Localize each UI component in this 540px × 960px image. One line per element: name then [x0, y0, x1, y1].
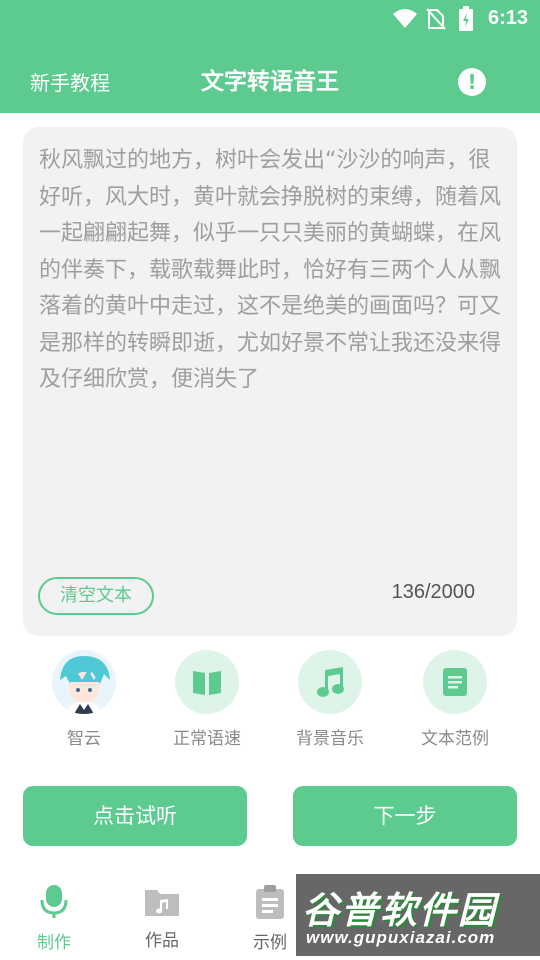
speed-option[interactable]: 正常语速 — [152, 650, 262, 749]
voice-option[interactable]: 智云 — [29, 650, 139, 749]
option-label: 正常语速 — [173, 729, 241, 749]
exclamation-icon: ! — [467, 70, 477, 94]
status-time: 6:13 — [487, 7, 528, 29]
site-watermark: 谷普软件园 www.gupuxiazai.com — [296, 874, 540, 956]
text-input[interactable]: 秋风飘过的地方，树叶会发出“沙沙的响声，很好听，风大时，黄叶就会挣脱树的束缚，随… — [39, 143, 501, 563]
watermark-title: 谷普软件园 — [302, 889, 497, 932]
app-root: 6:13 新手教程 文字转语音王 ! 秋风飘过的地方，树叶会发出“沙沙的响声，很… — [0, 0, 540, 960]
nav-item-create[interactable]: 制作 — [14, 884, 94, 953]
header-bar: 6:13 新手教程 文字转语音王 ! — [0, 0, 540, 113]
wifi-icon — [393, 9, 417, 28]
nav-label: 制作 — [37, 933, 71, 953]
speed-icon-circle — [175, 650, 239, 714]
music-note-icon — [317, 667, 344, 697]
character-count: 136/2000 — [391, 581, 475, 603]
info-button[interactable]: ! — [458, 68, 486, 96]
no-sim-icon — [426, 8, 446, 30]
voice-avatar — [52, 650, 116, 714]
next-step-button[interactable]: 下一步 — [293, 786, 517, 846]
status-bar: 6:13 — [0, 0, 540, 38]
nav-label: 作品 — [145, 931, 179, 951]
sample-icon-circle — [423, 650, 487, 714]
clipboard-icon — [256, 885, 284, 919]
option-label: 文本范例 — [421, 729, 489, 749]
folder-music-icon — [145, 890, 179, 916]
battery-charging-icon — [459, 6, 473, 31]
text-card: 秋风飘过的地方，树叶会发出“沙沙的响声，很好听，风大时，黄叶就会挣脱树的束缚，随… — [23, 127, 517, 636]
option-label: 背景音乐 — [296, 729, 364, 749]
book-icon — [193, 671, 221, 695]
music-icon-circle — [298, 650, 362, 714]
background-music-option[interactable]: 背景音乐 — [275, 650, 385, 749]
clear-text-button[interactable]: 清空文本 — [38, 577, 154, 615]
avatar-image — [52, 650, 116, 714]
microphone-icon — [40, 885, 68, 918]
document-icon — [443, 668, 467, 696]
watermark-url: www.gupuxiazai.com — [306, 928, 496, 947]
text-sample-option[interactable]: 文本范例 — [400, 650, 510, 749]
preview-button[interactable]: 点击试听 — [23, 786, 247, 846]
option-label: 智云 — [67, 729, 101, 749]
nav-item-works[interactable]: 作品 — [122, 884, 202, 951]
